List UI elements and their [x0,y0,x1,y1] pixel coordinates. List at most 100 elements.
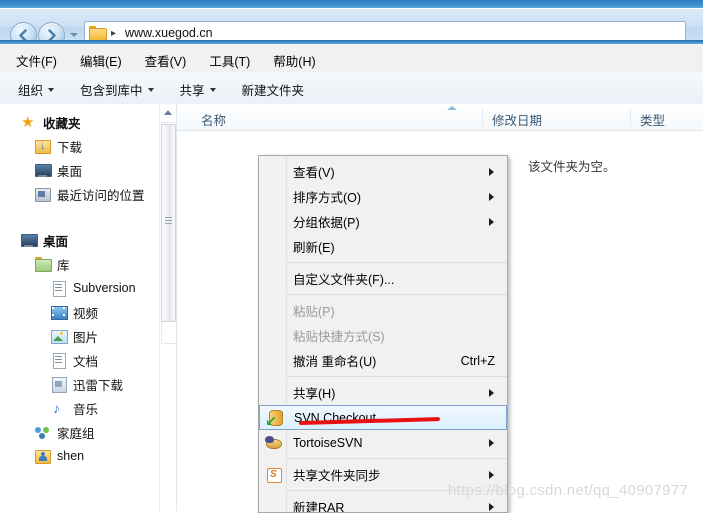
chevron-right-icon [489,502,494,511]
sidebar-item-desktop-fav-label: 桌面 [57,164,83,179]
ctx-paste: 粘贴(P) [259,298,507,323]
cmd-share[interactable]: 共享 [180,80,216,99]
ctx-undo-rename[interactable]: 撤消 重命名(U) Ctrl+Z [259,348,507,373]
sidebar-item-downloads[interactable]: ↓ 下载 [0,134,176,158]
sidebar-item-libraries[interactable]: 库 [0,252,176,276]
menu-edit[interactable]: 编辑(E) [78,50,124,71]
sidebar-item-pictures-label: 图片 [73,330,99,345]
ctx-shared-folder-sync-label: 共享文件夹同步 [293,469,381,483]
cmd-include-in-library-label: 包含到库中 [80,84,143,98]
address-bar: ▸ www.xuegod.cn [0,8,703,49]
chevron-right-icon [489,438,494,447]
sidebar-item-documents-label: 文档 [73,354,99,369]
tortoisesvn-icon [264,434,282,452]
sidebar-item-xunlei[interactable]: 迅雷下载 [0,372,176,396]
ctx-group-by-label: 分组依据(P) [293,216,360,230]
chevron-right-icon [489,167,494,176]
user-folder-icon [34,448,52,464]
sidebar-scrollbar[interactable] [159,104,176,511]
ctx-svn-checkout[interactable]: ↙ SVN Checkout [259,405,507,430]
menu-help[interactable]: 帮助(H) [271,50,317,71]
title-bar [0,0,703,8]
cmd-new-folder[interactable]: 新建文件夹 [242,80,305,99]
pictures-icon [50,328,68,344]
column-header-type[interactable]: 类型 [640,110,665,129]
ctx-undo-rename-shortcut: Ctrl+Z [460,353,495,368]
sidebar-item-videos-label: 视频 [73,306,99,321]
breadcrumb-path[interactable]: www.xuegod.cn [125,26,213,40]
sidebar-item-documents[interactable]: 文档 [0,348,176,372]
xunlei-download-icon [50,376,68,393]
sidebar-item-user-shen-label: shen [57,449,85,463]
scroll-thumb-grip-icon [165,217,172,224]
folder-icon [89,26,107,42]
explorer-window: ▸ www.xuegod.cn 文件(F) 编辑(E) 查看(V) 工具(T) 帮助(H… [0,0,703,513]
sidebar-item-recent-places[interactable]: 最近访问的位置 [0,182,176,206]
sidebar-item-desktop-fav[interactable]: 桌面 [0,158,176,182]
ctx-share-label: 共享(H) [293,387,336,401]
chevron-right-icon [489,217,494,226]
ctx-view-label: 查看(V) [293,166,335,180]
ctx-tortoisesvn[interactable]: TortoiseSVN [259,430,507,455]
sidebar-item-favorites-label: 收藏夹 [43,116,81,131]
sidebar-item-videos[interactable]: 视频 [0,300,176,324]
chevron-down-icon [209,87,216,92]
navigation-pane: ★ 收藏夹 ↓ 下载 桌面 最近访问的位置 桌面库 Subversion 视频 图片 文档 迅雷下载 ♪… [0,104,177,511]
homegroup-icon [34,424,52,440]
scrollbar-thumb[interactable] [161,124,176,322]
ctx-view[interactable]: 查看(V) [259,159,507,184]
ctx-paste-shortcut-label: 粘贴快捷方式(S) [293,330,385,344]
ctx-separator-3 [287,376,507,377]
chevron-down-icon[interactable] [70,33,78,37]
watermark: https://blog.csdn.net/qq_40907977 [448,482,689,499]
sidebar-item-music-label: 音乐 [73,402,99,417]
ctx-group-by[interactable]: 分组依据(P) [259,209,507,234]
cmd-new-folder-label: 新建文件夹 [241,84,305,98]
sidebar-item-homegroup[interactable]: 家庭组 [0,420,176,444]
ctx-refresh[interactable]: 刷新(E) [259,234,507,259]
menu-tools[interactable]: 工具(T) [207,50,252,71]
svn-checkout-icon: ↙ [265,409,283,428]
ctx-separator-2 [287,294,507,295]
empty-folder-message: 该文件夹为空。 [528,160,616,174]
sidebar-item-libraries-label: 库 [57,258,70,273]
command-bar: 组织 包含到库中 共享 新建文件夹 [0,72,703,105]
sidebar-item-subversion[interactable]: Subversion [0,276,176,300]
column-headers: 名称 修改日期 类型 [177,104,703,131]
cmd-include-in-library[interactable]: 包含到库中 [80,80,154,99]
sidebar-item-desktop[interactable]: 桌面 [0,228,176,252]
menu-file[interactable]: 文件(F) [14,50,59,71]
ctx-customize-folder[interactable]: 自定义文件夹(F)... [259,266,507,291]
ctx-sort-by[interactable]: 排序方式(O) [259,184,507,209]
breadcrumb-separator: ▸ [111,28,117,39]
ctx-refresh-label: 刷新(E) [293,241,335,255]
sync-folder-icon: S [264,466,282,484]
scroll-up-arrow-icon[interactable] [162,106,174,118]
chevron-down-icon [147,87,154,92]
desktop-icon [20,232,38,248]
sidebar-item-homegroup-label: 家庭组 [57,426,95,441]
ctx-separator-4 [287,458,507,459]
chevron-right-icon [489,470,494,479]
ctx-paste-label: 粘贴(P) [293,305,335,319]
sidebar-item-pictures[interactable]: 图片 [0,324,176,348]
sidebar-item-music[interactable]: ♪ 音乐 [0,396,176,420]
sidebar-item-desktop-label: 桌面 [43,234,69,249]
sidebar-item-favorites[interactable]: ★ 收藏夹 [0,110,176,134]
sidebar-item-downloads-label: 下载 [57,140,83,155]
menu-view[interactable]: 查看(V) [143,50,189,71]
sidebar-item-recent-places-label: 最近访问的位置 [57,188,145,203]
ctx-paste-shortcut: 粘贴快捷方式(S) [259,323,507,348]
context-menu: 查看(V) 排序方式(O) 分组依据(P) 刷新(E) 自定义文件夹(F)... 粘贴(P… [258,155,508,513]
music-icon: ♪ [53,400,60,416]
chevron-right-icon [489,388,494,397]
column-header-date-modified[interactable]: 修改日期 [492,110,542,129]
cmd-organize[interactable]: 组织 [18,80,55,99]
sidebar-item-user-shen[interactable]: shen [0,444,176,468]
ctx-separator-1 [287,262,507,263]
ctx-share[interactable]: 共享(H) [259,380,507,405]
document-icon [50,280,68,297]
column-header-name[interactable]: 名称 [201,110,226,129]
library-icon [34,256,52,272]
